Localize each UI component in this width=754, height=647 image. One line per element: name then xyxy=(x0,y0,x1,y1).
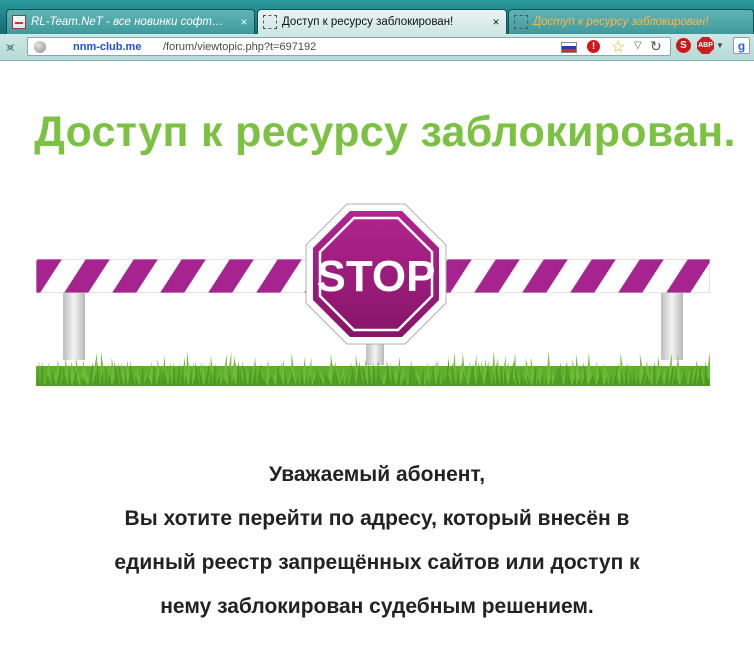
page-title: Доступ к ресурсу заблокирован. xyxy=(34,108,736,156)
url-path: /forum/viewtopic.php?t=697192 xyxy=(163,41,317,53)
barrier-post-right xyxy=(661,290,683,360)
close-tab-icon[interactable]: × xyxy=(238,16,250,28)
stop-barrier-illustration: STOP xyxy=(36,203,710,386)
bookmark-star-icon[interactable]: ☆ xyxy=(611,37,625,57)
barrier-arm-right xyxy=(436,259,710,293)
warning-icon[interactable]: ! xyxy=(587,40,600,53)
tab-title: Доступ к ресурсу заблокирован! xyxy=(282,16,454,28)
adblock-plus-icon[interactable]: ABP xyxy=(697,37,714,54)
message-line: единый реестр запрещённых сайтов или дос… xyxy=(114,551,640,574)
rl-team-favicon-icon xyxy=(12,15,26,29)
tab-strip: RL-Team.NeT - все новинки софт… × Доступ… xyxy=(0,0,754,34)
blank-page-icon xyxy=(263,15,277,29)
url-domain: nnm-club.me xyxy=(73,41,142,53)
message-greeting: Уважаемый абонент, xyxy=(268,463,486,486)
reload-icon[interactable]: ↻ xyxy=(650,38,662,55)
rss-feed-icon[interactable]: ⪤ xyxy=(6,39,14,55)
stop-extension-icon[interactable]: S xyxy=(676,38,691,53)
tab-title: RL-Team.NeT - все новинки софт… xyxy=(31,16,224,28)
address-bar[interactable]: nnm-club.me /forum/viewtopic.php?t=69719… xyxy=(27,37,671,56)
tab-blocked-second[interactable]: Доступ к ресурсу заблокирован! xyxy=(508,9,754,34)
tab-title: Доступ к ресурсу заблокирован! xyxy=(533,16,709,28)
close-tab-icon[interactable]: × xyxy=(490,16,502,28)
blank-page-icon xyxy=(514,15,528,29)
tab-blocked-active[interactable]: Доступ к ресурсу заблокирован! × xyxy=(257,9,507,34)
tab-rl-team[interactable]: RL-Team.NeT - все новинки софт… × xyxy=(6,9,255,34)
message-line: Вы хотите перейти по адресу, который вне… xyxy=(124,507,630,530)
message-line: нему заблокирован судебным решением. xyxy=(160,595,594,618)
chevron-down-icon[interactable]: ▼ xyxy=(716,41,724,50)
stop-sign-text: STOP xyxy=(316,252,435,301)
globe-icon xyxy=(34,41,46,53)
navigation-bar: ⪤ nnm-club.me /forum/viewtopic.php?t=697… xyxy=(0,34,754,61)
block-message: Уважаемый абонент, Вы хотите перейти по … xyxy=(0,453,754,629)
barrier-post-left xyxy=(63,290,85,360)
chevron-down-icon[interactable]: ▽ xyxy=(634,40,642,51)
russia-flag-icon[interactable] xyxy=(561,42,577,53)
stop-sign-icon: STOP xyxy=(305,203,447,345)
google-button-icon[interactable]: g xyxy=(733,37,750,54)
barrier-arm-left xyxy=(36,259,316,293)
